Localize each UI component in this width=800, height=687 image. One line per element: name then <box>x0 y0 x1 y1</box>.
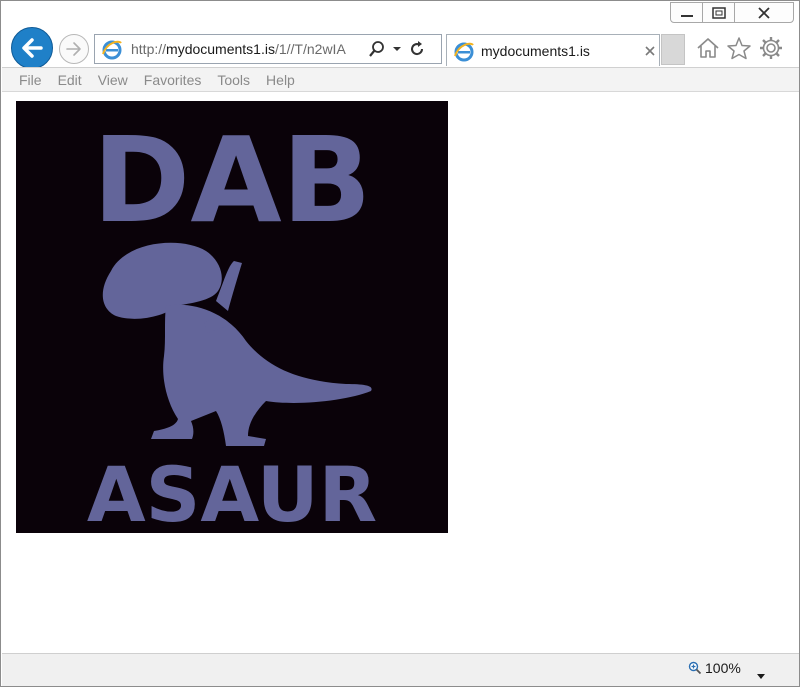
new-tab-button[interactable] <box>661 34 685 65</box>
minimize-button[interactable] <box>670 2 703 23</box>
back-button[interactable] <box>11 27 53 69</box>
menu-help[interactable]: Help <box>258 72 303 88</box>
menu-edit[interactable]: Edit <box>50 72 90 88</box>
star-icon[interactable] <box>725 34 753 62</box>
menu-bar: File Edit View Favorites Tools Help <box>2 67 799 92</box>
url-prefix: http:// <box>131 41 167 57</box>
chevron-down-icon[interactable] <box>756 666 766 685</box>
forward-arrow-icon <box>66 42 81 56</box>
menu-file[interactable]: File <box>2 72 50 88</box>
status-bar: 100% <box>2 653 799 686</box>
ie-logo-icon <box>99 36 125 62</box>
search-icon[interactable] <box>367 36 387 62</box>
dabasaur-image: DAB ASAUR <box>16 101 448 533</box>
image-text-dab: DAB <box>92 111 371 249</box>
zoom-level: 100% <box>705 660 741 676</box>
chevron-down-icon[interactable] <box>387 36 407 62</box>
url-path: /1//T/n2wIA <box>274 41 346 57</box>
zoom-icon <box>688 661 702 675</box>
minimize-icon <box>680 14 693 17</box>
url-host: mydocuments1.is <box>166 41 275 57</box>
close-icon[interactable] <box>642 42 659 60</box>
close-window-icon <box>758 6 770 19</box>
menu-favorites[interactable]: Favorites <box>136 72 210 88</box>
image-text-asaur: ASAUR <box>87 450 377 533</box>
gear-icon[interactable] <box>757 34 785 62</box>
address-url[interactable]: http://mydocuments1.is/1//T/n2wIA <box>131 41 367 57</box>
menu-tools[interactable]: Tools <box>209 72 258 88</box>
dinosaur-illustration <box>102 242 372 446</box>
ie-logo-icon <box>453 40 475 62</box>
address-bar[interactable]: http://mydocuments1.is/1//T/n2wIA <box>94 34 442 64</box>
restore-button[interactable] <box>702 2 735 23</box>
zoom-control[interactable]: 100% <box>688 660 741 676</box>
close-window-button[interactable] <box>734 2 794 23</box>
menu-view[interactable]: View <box>90 72 136 88</box>
back-arrow-icon <box>22 38 43 58</box>
tab-active[interactable]: mydocuments1.is <box>446 34 660 66</box>
home-icon[interactable] <box>694 34 722 62</box>
restore-icon <box>711 6 726 19</box>
forward-button[interactable] <box>59 34 89 64</box>
tab-title: mydocuments1.is <box>481 42 590 59</box>
browser-window: http://mydocuments1.is/1//T/n2wIA mydocu… <box>0 0 800 687</box>
refresh-icon[interactable] <box>407 36 427 62</box>
